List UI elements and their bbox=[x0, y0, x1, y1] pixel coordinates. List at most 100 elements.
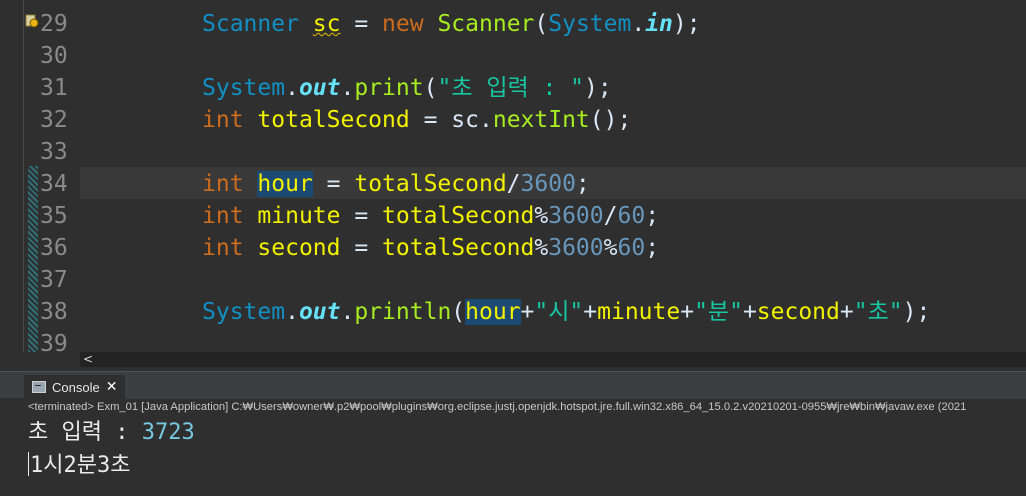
code-token: ( bbox=[423, 75, 438, 101]
line-number: 34 bbox=[40, 171, 68, 197]
code-text[interactable]: System.out.println(hour+"시"+minute+"분"+s… bbox=[202, 296, 930, 328]
console-prompt: 초 입력 : bbox=[28, 420, 142, 445]
code-token: sc bbox=[451, 107, 479, 133]
code-token: ; bbox=[645, 203, 660, 229]
change-marker-strip bbox=[28, 166, 38, 352]
code-token: 60 bbox=[617, 203, 646, 229]
line-number: 30 bbox=[40, 43, 68, 69]
code-token: System bbox=[548, 11, 632, 37]
text-cursor bbox=[28, 452, 29, 476]
code-token: = bbox=[340, 235, 383, 261]
code-token: print bbox=[354, 75, 424, 101]
console-header: Console ✕ bbox=[0, 371, 1026, 399]
code-text[interactable]: System.out.print("초 입력 : "); bbox=[202, 72, 612, 104]
scroll-left-arrow-icon[interactable]: < bbox=[83, 352, 93, 367]
code-token: . bbox=[285, 75, 299, 101]
code-token: totalSecond bbox=[257, 107, 410, 133]
code-token: = bbox=[340, 11, 383, 37]
console-tab-label: Console bbox=[52, 379, 100, 395]
code-token: 3600 bbox=[548, 235, 604, 261]
console-status-line: <terminated> Exm_01 [Java Application] C… bbox=[28, 401, 967, 413]
code-token: second bbox=[257, 235, 341, 261]
code-token: "초" bbox=[853, 299, 903, 325]
code-token: ( bbox=[451, 299, 466, 325]
code-token: . bbox=[340, 75, 355, 101]
console-user-input: 3723 bbox=[141, 420, 195, 445]
code-token: + bbox=[742, 299, 757, 325]
code-token: int bbox=[202, 107, 244, 133]
code-token: . bbox=[478, 107, 493, 133]
code-token: + bbox=[680, 299, 695, 325]
code-token: Scanner bbox=[202, 11, 299, 37]
code-token: hour bbox=[465, 299, 521, 325]
code-token: int bbox=[202, 235, 244, 261]
code-token: = bbox=[340, 203, 383, 229]
code-token: println bbox=[354, 299, 452, 325]
code-token: ; bbox=[645, 235, 660, 261]
console-prompt-line: 초 입력 : 3723 bbox=[28, 417, 195, 449]
code-token: "분" bbox=[694, 299, 743, 325]
code-token: out bbox=[298, 299, 341, 325]
code-token: = bbox=[312, 171, 355, 197]
code-text[interactable]: Scanner sc = new Scanner(System.in); bbox=[202, 8, 701, 40]
code-text[interactable]: int minute = totalSecond%3600/60; bbox=[202, 200, 659, 232]
console-icon bbox=[32, 381, 46, 393]
line-number: 33 bbox=[40, 139, 68, 165]
code-token: + bbox=[839, 299, 854, 325]
code-token: ); bbox=[584, 75, 612, 101]
line-number: 39 bbox=[40, 331, 68, 352]
line-number: 29 bbox=[40, 11, 68, 37]
code-token: (); bbox=[589, 107, 632, 133]
editor-left-ruler bbox=[23, 0, 24, 352]
code-token: % bbox=[603, 235, 618, 261]
console-output[interactable]: 초 입력 : 3723 1시2분3초 bbox=[0, 416, 1026, 496]
code-token: totalSecond bbox=[354, 171, 507, 197]
close-icon[interactable]: ✕ bbox=[106, 379, 118, 395]
code-token: minute bbox=[597, 299, 681, 325]
code-token: int bbox=[202, 203, 244, 229]
code-token: / bbox=[506, 171, 521, 197]
line-number: 32 bbox=[40, 107, 68, 133]
scroll-corner bbox=[0, 352, 80, 367]
code-token: + bbox=[583, 299, 598, 325]
horizontal-scrollbar[interactable]: < bbox=[80, 352, 1026, 367]
line-number: 38 bbox=[40, 299, 68, 325]
code-token: ); bbox=[902, 299, 931, 325]
code-token: in bbox=[645, 11, 673, 37]
code-token: / bbox=[603, 203, 618, 229]
console-result: 1시2분3초 bbox=[30, 453, 131, 478]
code-token: . bbox=[340, 299, 355, 325]
code-token: "시" bbox=[534, 299, 584, 325]
code-token: + bbox=[520, 299, 535, 325]
code-token: System bbox=[202, 75, 286, 101]
line-number: 35 bbox=[40, 203, 68, 229]
code-token: = bbox=[409, 107, 452, 133]
code-editor[interactable]: 29 Scanner sc = new Scanner(System.in); 30… bbox=[0, 0, 1026, 352]
code-token: 60 bbox=[617, 235, 646, 261]
code-token: ); bbox=[672, 11, 701, 37]
line-number: 36 bbox=[40, 235, 68, 261]
code-token: totalSecond bbox=[382, 203, 535, 229]
code-token: Scanner bbox=[437, 11, 535, 37]
code-token: sc bbox=[312, 11, 341, 37]
code-token: % bbox=[534, 235, 549, 261]
code-token: new bbox=[382, 11, 424, 37]
code-token: "초 입력 : " bbox=[437, 75, 585, 101]
code-token: ; bbox=[575, 171, 590, 197]
code-token: . bbox=[631, 11, 646, 37]
tab-console[interactable]: Console ✕ bbox=[24, 375, 126, 399]
warning-lightbulb-icon[interactable] bbox=[25, 14, 39, 28]
code-token: 3600 bbox=[548, 203, 604, 229]
code-token: 3600 bbox=[520, 171, 576, 197]
code-token: second bbox=[756, 299, 840, 325]
code-text[interactable]: int totalSecond = sc.nextInt(); bbox=[202, 104, 631, 136]
code-token: totalSecond bbox=[382, 235, 535, 261]
code-text[interactable]: int second = totalSecond%3600%60; bbox=[202, 232, 659, 264]
code-text[interactable]: int hour = totalSecond/3600; bbox=[202, 168, 590, 200]
